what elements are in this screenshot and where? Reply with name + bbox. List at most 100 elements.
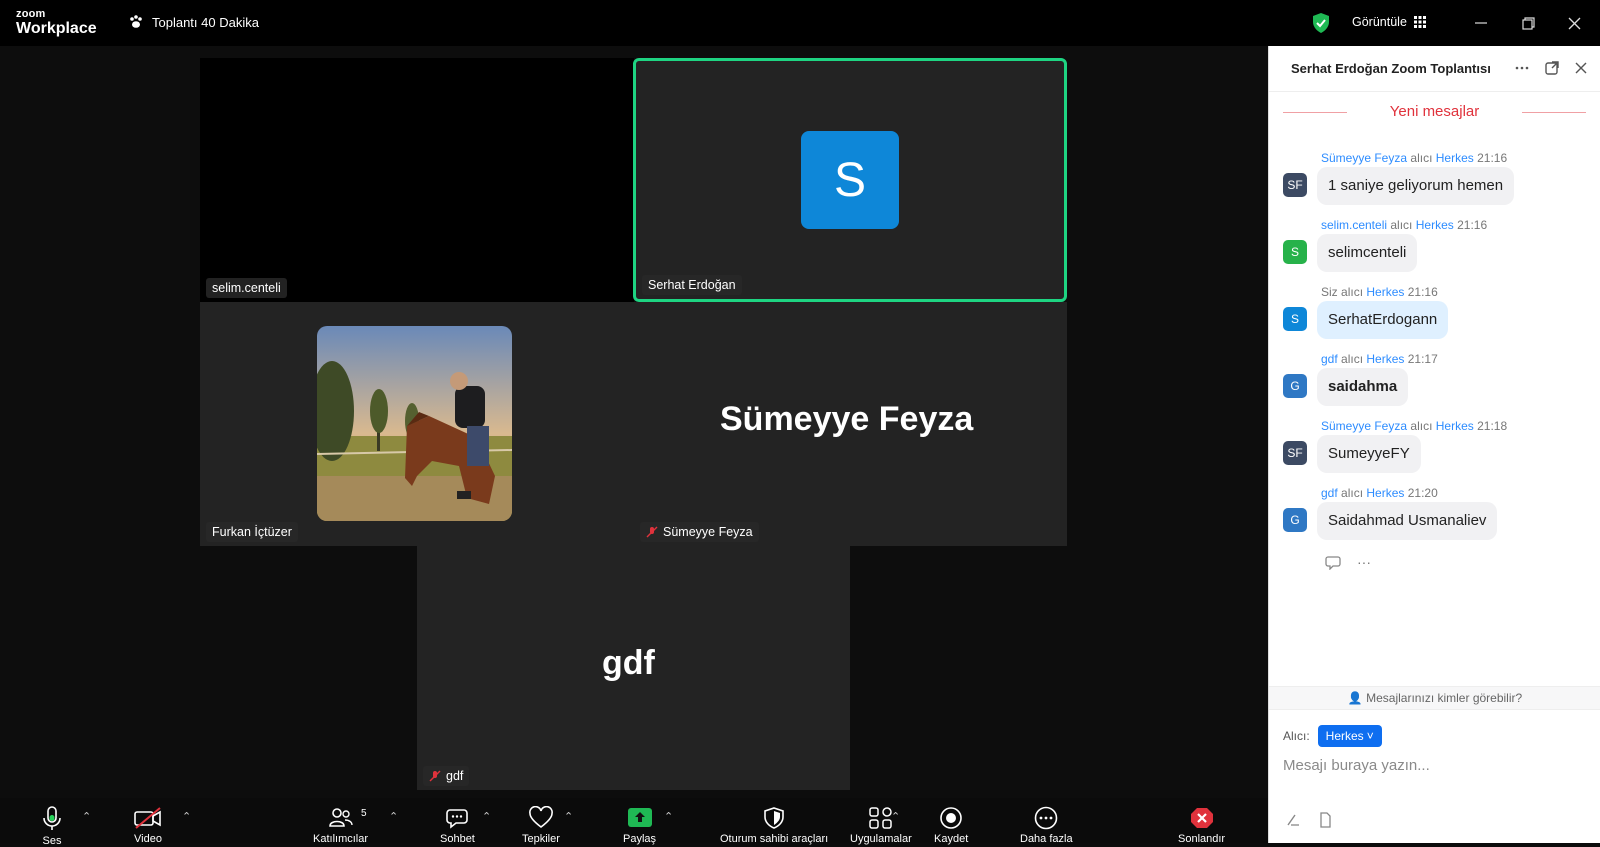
participant-name-tag: selim.centeli bbox=[206, 278, 287, 298]
sender-avatar[interactable]: S bbox=[1283, 240, 1307, 264]
sender-avatar[interactable]: SF bbox=[1283, 173, 1307, 197]
message-bubble[interactable]: SumeyyeFY bbox=[1317, 435, 1421, 473]
chat-icon bbox=[446, 809, 469, 829]
video-options-chevron-icon[interactable]: ⌃ bbox=[182, 810, 191, 823]
message-to-word: alıcı bbox=[1410, 419, 1433, 433]
message-meta: Sümeyye Feyza alıcı Herkes 21:18 bbox=[1321, 419, 1507, 433]
message-sender[interactable]: selim.centeli bbox=[1321, 218, 1387, 232]
host-tools-button[interactable]: Oturum sahibi araçları bbox=[720, 806, 828, 845]
record-button[interactable]: Kaydet bbox=[934, 806, 968, 845]
video-tile-serhat-active-speaker[interactable]: S Serhat Erdoğan bbox=[633, 58, 1067, 302]
recipient-label: Alıcı: bbox=[1283, 729, 1310, 743]
security-shield-icon[interactable] bbox=[1311, 12, 1331, 39]
message-recipient[interactable]: Herkes bbox=[1436, 151, 1474, 165]
more-icon bbox=[1034, 806, 1058, 830]
file-icon[interactable] bbox=[1317, 812, 1333, 828]
meeting-timer[interactable]: Toplantı 40 Dakika bbox=[128, 14, 259, 30]
message-recipient[interactable]: Herkes bbox=[1366, 486, 1404, 500]
message-meta: selim.centeli alıcı Herkes 21:16 bbox=[1321, 218, 1487, 232]
format-icon[interactable] bbox=[1285, 812, 1301, 828]
end-meeting-button[interactable]: Sonlandır bbox=[1178, 806, 1225, 845]
message-time: 21:20 bbox=[1407, 486, 1438, 500]
sender-avatar[interactable]: SF bbox=[1283, 441, 1307, 465]
privacy-notice[interactable]: 👤 Mesajlarınızı kimler görebilir? bbox=[1269, 686, 1600, 710]
title-bar: zoom Workplace Toplantı 40 Dakika Görünt… bbox=[0, 0, 1600, 46]
video-tile-furkan[interactable]: Furkan İçtüzer bbox=[200, 302, 634, 546]
participants-options-chevron-icon[interactable]: ⌃ bbox=[389, 810, 398, 823]
message-bubble[interactable]: 1 saniye geliyorum hemen bbox=[1317, 167, 1515, 205]
message-recipient[interactable]: Herkes bbox=[1416, 218, 1454, 232]
message-recipient[interactable]: Herkes bbox=[1366, 285, 1404, 299]
more-button[interactable]: Daha fazla bbox=[1020, 806, 1073, 845]
share-options-chevron-icon[interactable]: ⌃ bbox=[664, 810, 673, 823]
message-bubble[interactable]: saidahma bbox=[1317, 368, 1409, 406]
chat-button[interactable]: Sohbet bbox=[440, 806, 475, 845]
video-tile-selim[interactable]: selim.centeli bbox=[200, 58, 634, 302]
participants-count: 5 bbox=[361, 808, 367, 819]
recipient-row: Alıcı: Herkes ˅ bbox=[1283, 725, 1382, 747]
message-meta: Sümeyye Feyza alıcı Herkes 21:16 bbox=[1321, 151, 1507, 165]
message-to-word: alıcı bbox=[1341, 285, 1364, 299]
participant-name-tag: gdf bbox=[423, 766, 470, 786]
message-sender[interactable]: gdf bbox=[1321, 486, 1338, 500]
audio-options-chevron-icon[interactable]: ⌃ bbox=[82, 810, 91, 823]
view-button[interactable]: Görüntüle bbox=[1352, 15, 1426, 29]
message-input[interactable] bbox=[1283, 757, 1583, 774]
participant-display-name: Sümeyye Feyza bbox=[720, 400, 974, 438]
view-label: Görüntüle bbox=[1352, 15, 1407, 29]
reactions-options-chevron-icon[interactable]: ⌃ bbox=[564, 810, 573, 823]
close-chat-icon[interactable] bbox=[1574, 61, 1588, 75]
sender-avatar[interactable]: S bbox=[1283, 307, 1307, 331]
message-more-icon[interactable]: ··· bbox=[1357, 554, 1371, 570]
message-meta: gdf alıcı Herkes 21:17 bbox=[1321, 352, 1438, 366]
apps-button[interactable]: Uygulamalar bbox=[850, 806, 912, 845]
message-sender: Siz bbox=[1321, 285, 1338, 299]
more-options-icon[interactable] bbox=[1514, 60, 1530, 76]
video-tile-gdf[interactable]: gdf gdf bbox=[417, 546, 850, 790]
participant-name-tag: Sümeyye Feyza bbox=[640, 522, 759, 542]
message-time: 21:16 bbox=[1457, 218, 1488, 232]
message-recipient[interactable]: Herkes bbox=[1436, 419, 1474, 433]
participants-button[interactable]: Katılımcılar bbox=[313, 806, 368, 845]
sender-avatar[interactable]: G bbox=[1283, 508, 1307, 532]
message-bubble[interactable]: Saidahmad Usmanaliev bbox=[1317, 502, 1498, 540]
reactions-button[interactable]: Tepkiler bbox=[522, 806, 560, 845]
participant-name: Serhat Erdoğan bbox=[648, 278, 736, 292]
privacy-text: Mesajlarınızı kimler görebilir? bbox=[1366, 691, 1523, 705]
restore-icon bbox=[1521, 16, 1535, 30]
message-bubble[interactable]: SerhatErdogann bbox=[1317, 301, 1449, 339]
more-label: Daha fazla bbox=[1020, 833, 1073, 845]
message-recipient[interactable]: Herkes bbox=[1366, 352, 1404, 366]
apps-label: Uygulamalar bbox=[850, 833, 912, 845]
meeting-title: Toplantı 40 Dakika bbox=[152, 14, 259, 30]
participant-name-tag: Furkan İçtüzer bbox=[206, 522, 298, 542]
share-screen-button[interactable]: Paylaş bbox=[623, 806, 656, 845]
message-meta: Siz alıcı Herkes 21:16 bbox=[1321, 285, 1438, 299]
message-sender[interactable]: gdf bbox=[1321, 352, 1338, 366]
muted-mic-icon bbox=[429, 770, 441, 782]
participant-name: gdf bbox=[446, 769, 464, 783]
meeting-toolbar: Ses ⌃ Video ⌃ Katılımcılar 5 ⌃ Sohbet ⌃ … bbox=[0, 798, 1268, 847]
close-icon bbox=[1568, 17, 1580, 29]
pop-out-icon[interactable] bbox=[1544, 60, 1560, 76]
restore-button[interactable] bbox=[1515, 10, 1541, 36]
video-button[interactable]: Video bbox=[133, 806, 163, 845]
minimize-button[interactable] bbox=[1468, 10, 1494, 36]
sender-avatar[interactable]: G bbox=[1283, 374, 1307, 398]
microphone-icon bbox=[43, 806, 61, 830]
logo-small: zoom bbox=[16, 8, 46, 20]
recipient-dropdown[interactable]: Herkes ˅ bbox=[1317, 725, 1382, 747]
message-sender[interactable]: Sümeyye Feyza bbox=[1321, 151, 1407, 165]
message-sender[interactable]: Sümeyye Feyza bbox=[1321, 419, 1407, 433]
chat-options-chevron-icon[interactable]: ⌃ bbox=[482, 810, 491, 823]
reply-icon[interactable] bbox=[1325, 554, 1343, 570]
record-label: Kaydet bbox=[934, 833, 969, 845]
mute-button[interactable]: Ses bbox=[40, 806, 64, 847]
message-bubble[interactable]: selimcenteli bbox=[1317, 234, 1418, 272]
close-window-button[interactable] bbox=[1561, 10, 1587, 36]
apps-options-chevron-icon[interactable]: ⌃ bbox=[891, 810, 900, 823]
participants-label: Katılımcılar bbox=[313, 833, 369, 845]
chevron-down-icon: ˅ bbox=[1366, 729, 1374, 743]
participant-name: Furkan İçtüzer bbox=[212, 525, 292, 539]
video-tile-sumeyye[interactable]: Sümeyye Feyza Sümeyye Feyza bbox=[634, 302, 1067, 546]
